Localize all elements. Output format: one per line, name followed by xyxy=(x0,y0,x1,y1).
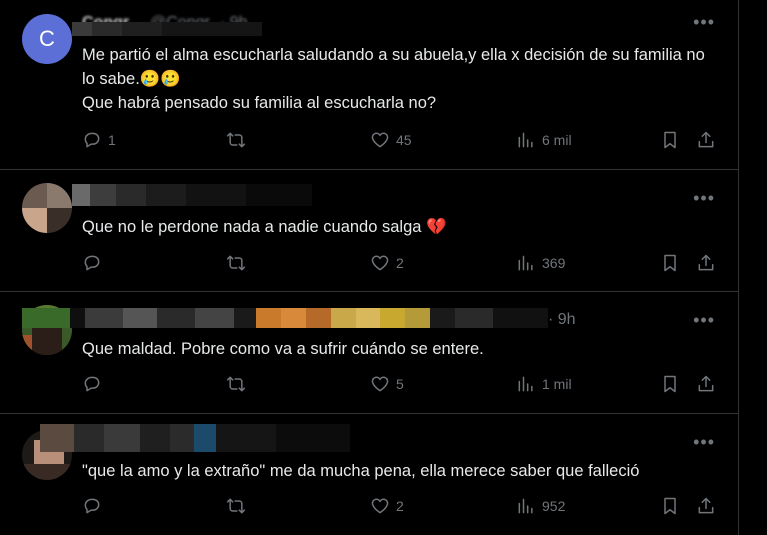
post-actions: 2 369 xyxy=(80,253,720,277)
reply-button[interactable] xyxy=(82,496,108,516)
views-bar-icon xyxy=(518,255,533,271)
heart-icon xyxy=(371,498,389,514)
avatar[interactable] xyxy=(22,183,72,233)
retweet-button[interactable] xyxy=(226,253,246,273)
more-dots-icon[interactable]: ••• xyxy=(693,310,715,331)
post-3[interactable]: · 9h ••• Que maldad. Pobre como va a suf… xyxy=(0,292,739,414)
like-button[interactable]: 5 xyxy=(370,374,404,394)
reply-icon xyxy=(84,376,100,392)
reply-button[interactable] xyxy=(82,253,108,273)
timeline-column: C Congr @Congr · 9h ••• Me partió el alm… xyxy=(0,0,739,535)
views-bar-icon xyxy=(518,132,533,148)
redacted-header xyxy=(22,308,548,328)
share-button[interactable] xyxy=(696,130,716,150)
reply-button[interactable] xyxy=(82,374,108,394)
views-count: 369 xyxy=(542,255,566,271)
like-button[interactable]: 2 xyxy=(370,253,404,273)
post-actions: 2 952 xyxy=(80,496,720,520)
post-time[interactable]: · 9h xyxy=(548,311,576,329)
reply-icon xyxy=(84,255,100,271)
heart-icon xyxy=(371,376,389,392)
more-dots-icon[interactable]: ••• xyxy=(693,432,715,453)
redacted-header xyxy=(72,22,262,36)
post-actions: 5 1 mil xyxy=(80,374,720,398)
avatar-letter: C xyxy=(39,26,55,51)
views-button[interactable]: 369 xyxy=(516,253,565,273)
redacted-header xyxy=(72,184,312,206)
share-button[interactable] xyxy=(696,496,716,516)
bookmark-button[interactable] xyxy=(660,253,680,273)
bookmark-icon xyxy=(664,254,676,272)
share-icon xyxy=(698,131,714,148)
post-text: Que no le perdone nada a nadie cuando sa… xyxy=(82,218,447,236)
post-1[interactable]: C Congr @Congr · 9h ••• Me partió el alm… xyxy=(0,0,739,170)
more-dots-icon[interactable]: ••• xyxy=(693,188,715,209)
views-count: 1 mil xyxy=(542,376,572,392)
avatar[interactable]: C xyxy=(22,14,72,64)
share-icon xyxy=(698,497,714,514)
reply-button[interactable]: 1 xyxy=(82,130,116,150)
post-2[interactable]: ••• Que no le perdone nada a nadie cuand… xyxy=(0,170,739,292)
like-count: 45 xyxy=(396,132,412,148)
reply-icon xyxy=(84,498,100,514)
post-4[interactable]: ••• "que la amo y la extraño" me da much… xyxy=(0,414,739,535)
like-count: 5 xyxy=(396,376,404,392)
retweet-button[interactable] xyxy=(226,496,246,516)
retweet-icon xyxy=(226,132,246,148)
like-count: 2 xyxy=(396,498,404,514)
share-icon xyxy=(698,254,714,271)
share-button[interactable] xyxy=(696,374,716,394)
views-button[interactable]: 6 mil xyxy=(516,130,572,150)
post-text: "que la amo y la extraño" me da mucha pe… xyxy=(82,462,640,480)
retweet-button[interactable] xyxy=(226,374,246,394)
views-bar-icon xyxy=(518,376,533,392)
heart-icon xyxy=(371,255,389,271)
views-bar-icon xyxy=(518,498,533,514)
views-button[interactable]: 1 mil xyxy=(516,374,572,394)
more-dots-icon[interactable]: ••• xyxy=(693,12,715,33)
retweet-icon xyxy=(226,255,246,271)
post-actions: 1 45 6 mil xyxy=(80,130,720,154)
views-count: 952 xyxy=(542,498,566,514)
like-button[interactable]: 45 xyxy=(370,130,412,150)
heart-icon xyxy=(371,132,389,148)
reply-icon xyxy=(84,132,100,148)
redacted-header xyxy=(40,424,350,452)
bookmark-button[interactable] xyxy=(660,496,680,516)
bookmark-icon xyxy=(664,497,676,515)
retweet-button[interactable] xyxy=(226,130,246,150)
views-count: 6 mil xyxy=(542,132,572,148)
share-button[interactable] xyxy=(696,253,716,273)
reply-count: 1 xyxy=(108,132,116,148)
like-count: 2 xyxy=(396,255,404,271)
bookmark-icon xyxy=(664,131,676,149)
retweet-icon xyxy=(226,498,246,514)
retweet-icon xyxy=(226,376,246,392)
bookmark-button[interactable] xyxy=(660,374,680,394)
like-button[interactable]: 2 xyxy=(370,496,404,516)
post-text: Que maldad. Pobre como va a sufrir cuánd… xyxy=(82,340,484,358)
share-icon xyxy=(698,375,714,392)
views-button[interactable]: 952 xyxy=(516,496,565,516)
post-text: Me partió el alma escucharla saludando a… xyxy=(82,46,705,112)
bookmark-button[interactable] xyxy=(660,130,680,150)
right-margin xyxy=(739,0,767,535)
bookmark-icon xyxy=(664,375,676,393)
